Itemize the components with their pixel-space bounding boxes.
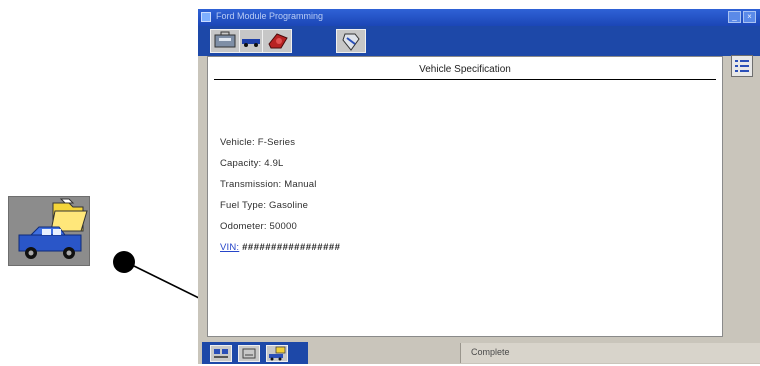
toolbar: [198, 26, 760, 56]
spec-label: Transmission:: [220, 179, 282, 190]
vin-value: #################: [242, 242, 341, 253]
spec-row-fuel-type: Fuel Type: Gasoline: [220, 200, 308, 211]
vehicle-id-tab[interactable]: [210, 345, 232, 362]
spec-label: Vehicle:: [220, 137, 255, 148]
spec-label: Capacity:: [220, 158, 262, 169]
status-text: Complete: [471, 347, 510, 357]
car-button[interactable]: [239, 29, 263, 53]
spec-value: F-Series: [257, 137, 296, 148]
spec-row-capacity: Capacity: 4.9L: [220, 158, 284, 169]
vehicle-toolbox-icon: [214, 31, 236, 48]
spec-row-odometer: Odometer: 50000: [220, 221, 297, 232]
app-window: Ford Module Programming _ × Vehicle Spec…: [198, 9, 760, 364]
close-button[interactable]: ×: [743, 11, 756, 23]
minimize-button[interactable]: _: [728, 11, 741, 23]
spec-value: 50000: [269, 221, 297, 232]
vin-link[interactable]: VIN:: [220, 242, 239, 253]
app-icon: [201, 12, 211, 22]
title-bar: Ford Module Programming _ ×: [198, 9, 760, 26]
vehicle-toolbox-button[interactable]: [210, 29, 240, 53]
vehicle-folder-icon: [269, 346, 286, 361]
list-icon: [735, 60, 749, 72]
spec-row-vehicle: Vehicle: F-Series: [220, 137, 295, 148]
status-field: Complete: [460, 343, 760, 363]
module-tab[interactable]: [238, 345, 260, 362]
vehicle-id-icon: [214, 349, 228, 358]
tools-icon: [342, 33, 360, 51]
panel-title: Vehicle Specification: [214, 61, 716, 80]
engine-icon: [268, 33, 288, 49]
car-icon: [242, 39, 260, 47]
status-bar: Complete: [198, 342, 760, 364]
spec-row-transmission: Transmission: Manual: [220, 179, 317, 190]
pointer-dot: [113, 251, 135, 273]
spec-value: 4.9L: [264, 158, 284, 169]
vehicle-folder-tab[interactable]: [266, 345, 288, 362]
engine-button[interactable]: [262, 29, 292, 53]
spec-label: Odometer:: [220, 221, 267, 232]
tools-button[interactable]: [336, 29, 366, 53]
spec-value: Manual: [284, 179, 317, 190]
list-view-button[interactable]: [731, 55, 753, 77]
status-tab-strip: [202, 342, 308, 364]
window-title: Ford Module Programming: [216, 11, 324, 21]
spec-row-vin: VIN: #################: [220, 242, 340, 253]
spec-label: Fuel Type:: [220, 200, 267, 211]
spec-value: Gasoline: [269, 200, 309, 211]
module-icon: [242, 348, 256, 359]
vehicle-spec-panel: Vehicle Specification Vehicle: F-Series …: [207, 56, 723, 337]
